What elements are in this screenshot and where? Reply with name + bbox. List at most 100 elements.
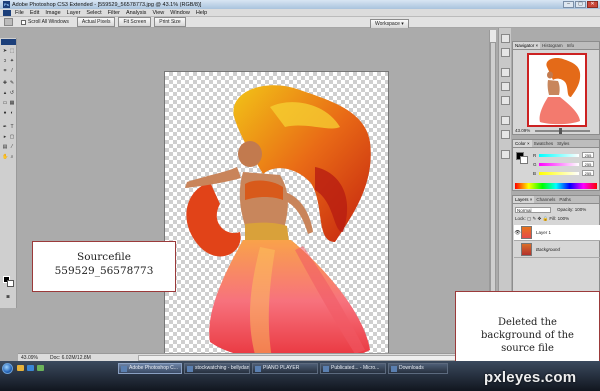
navigator-zoom-value[interactable]: 43.09% — [515, 128, 530, 133]
quick-launch-folder-icon[interactable] — [17, 365, 24, 371]
taskbar-publicated[interactable]: Publicated... - Micro... — [320, 363, 386, 374]
slice-tool-icon[interactable]: / — [9, 68, 15, 74]
opacity-field[interactable]: Opacity: 100% — [557, 207, 586, 212]
color-tabs: Color × Swatches Styles — [513, 140, 599, 148]
shape-tool-icon[interactable]: ▢ — [9, 134, 15, 140]
navigator-zoom-knob[interactable] — [559, 128, 562, 134]
lock-fill-row[interactable]: Lock: ▢ ✎ ✥ 🔒 Fill: 100% — [515, 216, 569, 222]
background-layer-name[interactable]: Background — [536, 247, 560, 252]
layer-row-layer-1[interactable]: 👁 Layer 1 — [514, 225, 600, 241]
blue-channel-value[interactable]: 255 — [582, 170, 594, 176]
status-doc-size: Doc: 6.02M/12.8M — [49, 354, 91, 361]
start-button[interactable] — [2, 363, 13, 374]
quick-launch-browser-icon[interactable] — [27, 365, 34, 371]
document-area — [18, 28, 495, 369]
print-size-button[interactable]: Print Size — [154, 17, 186, 27]
brush-tool-icon[interactable]: ✎ — [9, 80, 15, 86]
maximize-button[interactable]: ▢ — [575, 1, 586, 8]
path-selection-tool-icon[interactable]: ▸ — [2, 134, 8, 140]
layers-tabs: Layers × Channels Paths — [513, 196, 599, 204]
lasso-tool-icon[interactable]: ↄ — [2, 58, 8, 64]
taskbar-photoshop[interactable]: Adobe Photoshop C... — [118, 363, 182, 374]
background-color-swatch[interactable] — [7, 280, 14, 287]
red-channel-value[interactable]: 255 — [582, 152, 594, 158]
menu-filter[interactable]: Filter — [108, 10, 120, 16]
menu-image[interactable]: Image — [45, 10, 60, 16]
quick-mask-icon[interactable]: ◙ — [5, 294, 11, 300]
navigator-preview[interactable] — [527, 53, 587, 127]
zoom-tool-icon[interactable]: ⌕ — [9, 154, 15, 160]
history-brush-tool-icon[interactable]: ↺ — [9, 90, 15, 96]
eyedropper-tool-icon[interactable]: ⁄ — [9, 144, 15, 150]
background-thumbnail — [521, 243, 532, 256]
minimize-button[interactable]: – — [563, 1, 574, 8]
brushes-panel-icon[interactable] — [501, 68, 510, 77]
sourcefile-note-line1: Sourcefile — [77, 251, 131, 263]
hand-tool-button-icon[interactable]: ✋ — [2, 154, 8, 160]
menu-layer[interactable]: Layer — [67, 10, 81, 16]
color-spectrum-bar[interactable] — [515, 183, 597, 189]
tab-layers[interactable]: Layers × — [513, 196, 535, 203]
canvas[interactable] — [164, 71, 389, 369]
tab-paths[interactable]: Paths — [557, 196, 573, 203]
menu-view[interactable]: View — [152, 10, 164, 16]
quick-launch-media-icon[interactable] — [37, 365, 44, 371]
eraser-tool-icon[interactable]: ▭ — [2, 100, 8, 106]
actions-panel-icon[interactable] — [501, 48, 510, 57]
green-channel-value[interactable]: 255 — [582, 161, 594, 167]
navigator-thumbnail — [539, 57, 581, 125]
marquee-tool-icon[interactable]: ⬚ — [9, 48, 15, 54]
scroll-all-windows-checkbox[interactable] — [21, 19, 26, 25]
menu-select[interactable]: Select — [86, 10, 101, 16]
crop-tool-icon[interactable]: ⌗ — [2, 68, 8, 74]
history-panel-icon[interactable] — [501, 34, 510, 43]
navigator-panel: Navigator × Histogram Info 43.09% — [512, 41, 600, 135]
fit-screen-button[interactable]: Fit Screen — [118, 17, 152, 27]
layer-1-name[interactable]: Layer 1 — [536, 230, 551, 235]
actual-pixels-button[interactable]: Actual Pixels — [76, 17, 116, 27]
blur-tool-icon[interactable]: ● — [2, 110, 8, 116]
pen-tool-icon[interactable]: ✒ — [2, 124, 8, 130]
healing-brush-tool-icon[interactable]: ✚ — [2, 80, 8, 86]
character-panel-icon[interactable] — [501, 116, 510, 125]
blue-channel-slider[interactable] — [539, 171, 579, 175]
window-title: Adobe Photoshop CS3 Extended - [559529_5… — [12, 1, 202, 8]
move-tool-icon[interactable]: ➤ — [2, 48, 8, 54]
color-background-swatch[interactable] — [520, 156, 528, 164]
menu-window[interactable]: Window — [170, 10, 190, 16]
blend-mode-select[interactable]: Normal — [515, 207, 551, 213]
layer-comps-panel-icon[interactable] — [501, 150, 510, 159]
vertical-scroll-thumb[interactable] — [490, 42, 496, 332]
notes-tool-icon[interactable]: ▤ — [2, 144, 8, 150]
taskbar-downloads[interactable]: Downloads — [388, 363, 448, 374]
tab-styles[interactable]: Styles — [555, 140, 571, 147]
tab-swatches[interactable]: Swatches — [532, 140, 556, 147]
tool-presets-panel-icon[interactable] — [501, 82, 510, 91]
scroll-all-windows-label: Scroll All Windows — [28, 19, 69, 25]
tab-channels[interactable]: Channels — [534, 196, 557, 203]
tab-navigator[interactable]: Navigator × — [513, 42, 541, 49]
tab-info[interactable]: Info — [565, 42, 577, 49]
taskbar-stockwatching[interactable]: stockwatching - bellydance — [184, 363, 250, 374]
status-zoom[interactable]: 43.09% — [21, 355, 38, 361]
close-button[interactable]: ✕ — [587, 1, 598, 8]
navigator-zoom-slider[interactable] — [535, 128, 590, 134]
menu-help[interactable]: Help — [196, 10, 207, 16]
menu-file[interactable]: File — [15, 10, 24, 16]
clone-stamp-tool-icon[interactable]: ▴ — [2, 90, 8, 96]
tab-histogram[interactable]: Histogram — [540, 42, 565, 49]
clone-source-panel-icon[interactable] — [501, 96, 510, 105]
green-channel-slider[interactable] — [539, 162, 579, 166]
red-channel-slider[interactable] — [539, 153, 579, 157]
type-tool-icon[interactable]: T — [9, 124, 15, 130]
magic-wand-tool-icon[interactable]: ✦ — [9, 58, 15, 64]
menu-analysis[interactable]: Analysis — [126, 10, 146, 16]
layer-1-visibility-eye-icon[interactable]: 👁 — [514, 230, 521, 236]
tab-color[interactable]: Color × — [513, 140, 532, 147]
layer-row-background[interactable]: Background — [514, 242, 600, 258]
dodge-tool-icon[interactable]: ◐ — [9, 110, 15, 116]
gradient-tool-icon[interactable]: ▦ — [9, 100, 15, 106]
taskbar-piano-player[interactable]: PIANO PLAYER — [252, 363, 318, 374]
paragraph-panel-icon[interactable] — [501, 130, 510, 139]
menu-edit[interactable]: Edit — [30, 10, 39, 16]
